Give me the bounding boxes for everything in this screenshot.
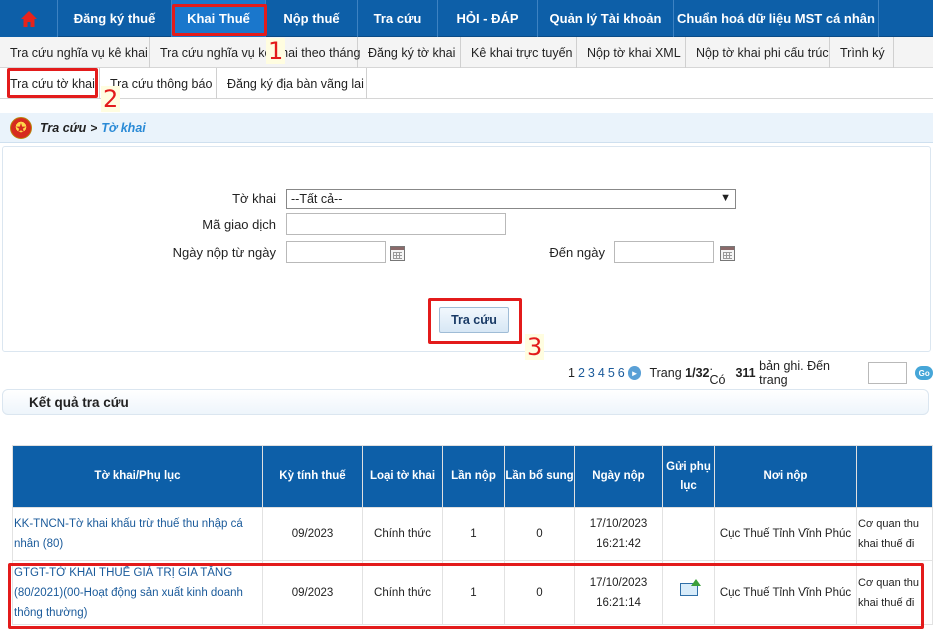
ngay-nop-label: Ngày nộp từ ngày — [172, 245, 276, 260]
national-emblem-icon — [10, 116, 32, 139]
home-button[interactable] — [0, 0, 58, 37]
goto-page-input[interactable] — [868, 362, 908, 384]
col-header: Gửi phụ lục — [662, 445, 715, 508]
row-declaration-link[interactable]: KK-TNCN-Tờ khai khấu trừ thuế thu nhập c… — [12, 507, 263, 561]
page-link[interactable]: 2 — [578, 366, 585, 380]
top-navigation: Đăng ký thuế Khai Thuế Nộp thuế Tra cứu … — [0, 0, 933, 37]
annotation-number-3: 3 — [525, 333, 545, 361]
count-prefix: . Có — [709, 359, 726, 387]
row-period: 09/2023 — [262, 507, 363, 561]
go-button[interactable]: Go — [915, 366, 933, 380]
subnav-tra-cuu-nghia-vu[interactable]: Tra cứu nghĩa vụ kê khai — [0, 37, 150, 68]
den-ngay-input[interactable] — [614, 241, 714, 263]
nav-hoi-dap[interactable]: HỎI - ĐÁP — [438, 0, 538, 37]
page-prefix: Trang — [649, 366, 682, 380]
table-row: KK-TNCN-Tờ khai khấu trừ thuế thu nhập c… — [12, 507, 933, 561]
nav-quan-ly-tai-khoan[interactable]: Quản lý Tài khoản — [538, 0, 674, 37]
calendar-icon[interactable] — [720, 246, 735, 261]
col-header — [856, 445, 933, 508]
nav-dang-ky-thue[interactable]: Đăng ký thuế — [58, 0, 172, 37]
col-header: Kỳ tính thuế — [262, 445, 363, 508]
row-date-value: 17/10/2023 — [589, 518, 648, 530]
ma-giao-dich-input[interactable] — [286, 213, 506, 235]
row-time-value: 16:21:42 — [596, 538, 641, 550]
breadcrumb-separator: > — [90, 120, 98, 135]
annotation-box-khai-thue — [172, 4, 267, 36]
nav-nop-thue[interactable]: Nộp thuế — [266, 0, 358, 37]
page-link[interactable]: 5 — [608, 366, 615, 380]
table-header-row: Tờ khai/Phụ lục Kỳ tính thuế Loại tờ kha… — [12, 445, 933, 508]
calendar-icon[interactable] — [390, 246, 405, 261]
annotation-number-1: 1 — [266, 37, 286, 65]
subnav-ke-khai-truc-tuyen[interactable]: Kê khai trực tuyến — [461, 37, 577, 68]
home-icon — [20, 10, 37, 27]
page-link[interactable]: 1 — [568, 366, 575, 380]
row-place: Cục Thuế Tỉnh Vĩnh Phúc — [714, 507, 857, 561]
subnav-row-2: Tra cứu tờ khai Tra cứu thông báo Đăng k… — [0, 68, 933, 99]
col-header: Ngày nộp — [574, 445, 663, 508]
subnav-nop-phi-cau-truc[interactable]: Nộp tờ khai phi cấu trúc — [686, 37, 830, 68]
tokhai-label: Tờ khai — [232, 191, 276, 206]
nav-chuan-hoa-mst[interactable]: Chuẩn hoá dữ liệu MST cá nhân — [674, 0, 879, 37]
page-indicator: 1/32 — [685, 366, 710, 380]
subnav-row-1: Tra cứu nghĩa vụ kê khai Tra cứu nghĩa v… — [0, 37, 933, 68]
col-header: Loại tờ khai — [362, 445, 443, 508]
page-link[interactable]: 3 — [588, 366, 595, 380]
subnav-dang-ky-dia-ban[interactable]: Đăng ký địa bàn vãng lai — [217, 68, 367, 99]
next-page-icon[interactable]: ► — [627, 366, 642, 380]
chevron-down-icon: ▼ — [720, 192, 731, 204]
goto-label: bản ghi. Đến trang — [759, 359, 831, 387]
nav-tra-cuu[interactable]: Tra cứu — [358, 0, 438, 37]
annotation-box-gtgt-row — [8, 563, 924, 629]
results-title: Kết quả tra cứu — [2, 389, 929, 415]
row-type: Chính thức — [362, 507, 443, 561]
subnav-dang-ky-to-khai[interactable]: Đăng ký tờ khai — [358, 37, 461, 68]
annotation-number-2: 2 — [101, 85, 121, 113]
annotation-box-search-button — [428, 298, 522, 344]
tokhai-select[interactable]: --Tất cả-- ▼ — [286, 189, 736, 209]
breadcrumb-current: Tờ khai — [101, 120, 146, 135]
tokhai-select-value: --Tất cả-- — [291, 192, 343, 206]
subnav-nghia-vu-theo-thang[interactable]: Tra cứu nghĩa vụ kê khai theo tháng — [150, 37, 360, 68]
row-attach-cell — [662, 507, 715, 561]
breadcrumb: Tra cứu > Tờ khai — [0, 113, 933, 143]
subnav-nop-to-khai-xml[interactable]: Nộp tờ khai XML — [577, 37, 686, 68]
row-agency-line1: Cơ quan thu — [858, 518, 920, 530]
page-link[interactable]: 4 — [598, 366, 605, 380]
col-header: Tờ khai/Phụ lục — [12, 445, 263, 508]
pagination: 1 2 3 4 5 6 ► Trang 1/32. Có 311 bản ghi… — [568, 359, 933, 387]
subnav-trinh-ky[interactable]: Trình ký — [830, 37, 894, 68]
row-agency-line2: khai thuế đi — [858, 538, 915, 550]
col-header: Nơi nộp — [714, 445, 857, 508]
col-header: Lần bổ sung — [504, 445, 575, 508]
breadcrumb-root[interactable]: Tra cứu — [40, 121, 86, 135]
row-submit-count: 1 — [442, 507, 505, 561]
row-supplement: 0 — [504, 507, 575, 561]
page-link[interactable]: 6 — [618, 366, 625, 380]
den-ngay-label: Đến ngày — [549, 245, 605, 260]
record-count: 311 — [735, 366, 756, 380]
ma-giao-dich-label: Mã giao dịch — [202, 217, 276, 232]
row-date: 17/10/2023 16:21:42 — [574, 507, 663, 561]
col-header: Lần nộp — [442, 445, 505, 508]
tu-ngay-input[interactable] — [286, 241, 386, 263]
annotation-box-tra-cuu-to-khai — [7, 68, 98, 98]
row-agency: Cơ quan thu khai thuế đi — [856, 507, 933, 561]
